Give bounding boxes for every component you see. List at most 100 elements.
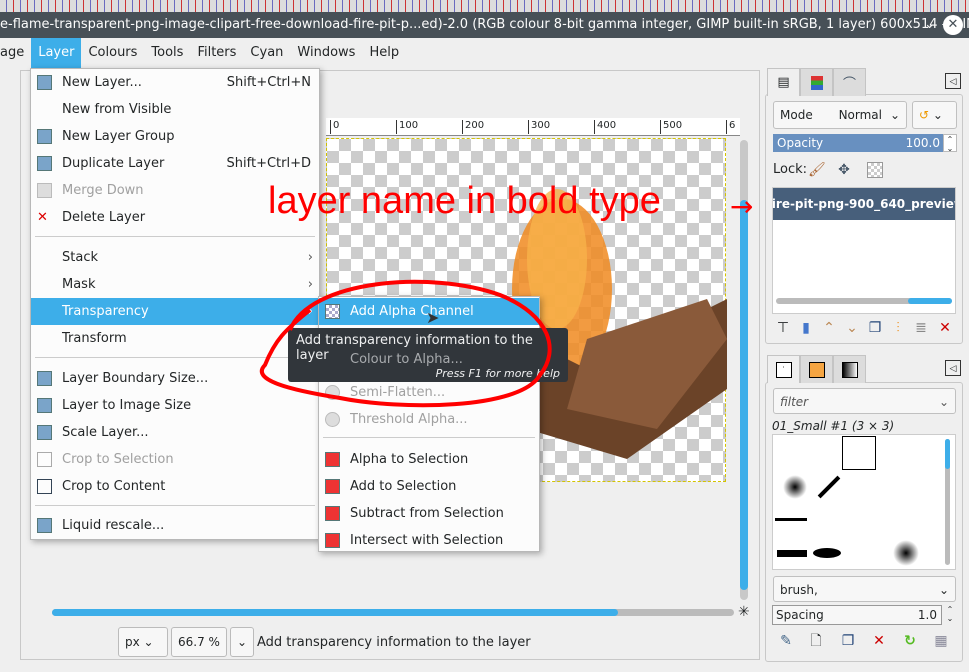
menu-item-liquid-rescale[interactable]: Liquid rescale... <box>31 512 319 539</box>
menu-item-new-layer-group[interactable]: New Layer Group <box>31 123 319 150</box>
lock-position-icon[interactable]: ✥ <box>836 162 852 178</box>
brush-grid[interactable] <box>772 434 956 570</box>
menu-item-crop-to-content[interactable]: Crop to Content <box>31 473 319 500</box>
menu-tools[interactable]: Tools <box>144 38 190 68</box>
horizontal-scrollbar[interactable] <box>52 609 734 616</box>
merge-layer-icon[interactable]: ≣ <box>913 320 929 336</box>
tab-brushes[interactable]: · <box>767 355 800 383</box>
boundary-icon <box>37 371 52 386</box>
liquid-rescale-icon <box>37 518 52 533</box>
new-layer-icon <box>37 75 52 90</box>
tab-patterns[interactable] <box>800 355 833 383</box>
menu-item-new-layer[interactable]: New Layer... Shift+Ctrl+N <box>31 69 319 96</box>
raise-layer-icon[interactable]: ⌃ <box>821 320 837 336</box>
menu-item-subtract-from-selection[interactable]: Subtract from Selection <box>319 500 539 527</box>
navigate-icon[interactable]: ✳ <box>738 604 750 620</box>
menu-image[interactable]: age <box>0 38 31 68</box>
ruler-tick: 6 <box>726 120 735 134</box>
menu-item-intersect-with-selection[interactable]: Intersect with Selection <box>319 527 539 554</box>
mode-select[interactable]: Mode Normal ⌄ <box>773 101 907 129</box>
layers-hscrollbar[interactable] <box>776 298 952 304</box>
opacity-spin[interactable]: ⌃ ⌄ <box>943 134 957 153</box>
brush-scrollbar[interactable] <box>945 439 950 565</box>
spacing-spin[interactable]: ⌃ ⌄ <box>943 605 957 625</box>
tab-layers[interactable]: ▤ <box>767 68 800 96</box>
duplicate-layer-icon[interactable]: ❐ <box>867 320 883 336</box>
unit-select[interactable]: px ⌄ <box>118 627 168 657</box>
selection-intersect-icon <box>325 533 340 548</box>
menu-item-new-from-visible[interactable]: New from Visible <box>31 96 319 123</box>
brush-item[interactable] <box>893 540 919 566</box>
brush-item[interactable] <box>775 518 807 521</box>
edit-brush-icon[interactable]: ✎ <box>778 633 794 649</box>
ruler-tick: 100 <box>396 120 418 134</box>
brush-icon: · <box>775 361 792 378</box>
mode-reset-button[interactable]: ↺ ⌄ <box>912 101 957 129</box>
menu-colours[interactable]: Colours <box>81 38 144 68</box>
spacing-slider[interactable]: Spacing 1.0 <box>772 605 942 625</box>
menu-cyan[interactable]: Cyan <box>243 38 290 68</box>
lock-alpha-icon[interactable] <box>867 162 883 178</box>
open-brush-as-image-icon[interactable]: ▦ <box>933 633 949 649</box>
delete-layer-icon[interactable]: ✕ <box>937 320 953 336</box>
paths-icon: ⌒ <box>842 77 856 92</box>
red-scribble-annotation <box>260 279 552 408</box>
brush-item[interactable] <box>813 548 841 558</box>
lock-pixels-icon[interactable]: 🖌 <box>808 162 826 178</box>
ruler-tick: 0 <box>330 120 339 134</box>
menu-item-scale-layer[interactable]: Scale Layer... <box>31 419 319 446</box>
tab-channels[interactable] <box>800 68 833 96</box>
layer-to-image-icon <box>37 398 52 413</box>
ruler-tick: 300 <box>528 120 550 134</box>
pattern-icon <box>808 361 825 378</box>
annotation-text: layer name in bold type <box>268 180 661 222</box>
menu-item-alpha-to-selection[interactable]: Alpha to Selection <box>319 446 539 473</box>
menu-help[interactable]: Help <box>362 38 406 68</box>
new-layer-icon[interactable]: ⊤ <box>775 320 791 336</box>
new-brush-icon[interactable]: 🗋 <box>808 633 824 649</box>
zoom-field[interactable]: 66.7 % <box>171 627 227 657</box>
tab-paths[interactable]: ⌒ <box>833 68 866 96</box>
layers-icon: ▤ <box>777 75 790 90</box>
tab-gradients[interactable] <box>833 355 866 383</box>
menu-windows[interactable]: Windows <box>290 38 362 68</box>
brush-item[interactable] <box>817 475 841 499</box>
title-text: e-flame-transparent-png-image-clipart-fr… <box>0 17 969 32</box>
dock-menu-icon[interactable]: ◁ <box>945 360 961 376</box>
channels-icon <box>810 75 823 90</box>
new-layer-group-icon[interactable]: ▮ <box>798 320 814 336</box>
dock-menu-icon[interactable]: ◁ <box>945 73 961 89</box>
window-title: e-flame-transparent-png-image-clipart-fr… <box>0 12 969 38</box>
brush-filter-input[interactable]: filter ⌄ <box>773 388 956 414</box>
scale-icon <box>37 425 52 440</box>
delete-brush-icon[interactable]: ✕ <box>871 633 887 649</box>
menu-item-colour-to-alpha[interactable]: Colour to Alpha... <box>319 352 463 379</box>
selection-icon <box>325 452 340 467</box>
brush-item[interactable] <box>777 550 807 557</box>
close-icon[interactable]: ✕ <box>943 15 963 35</box>
opacity-slider[interactable]: Opacity 100.0 <box>773 134 943 152</box>
brush-name: 01_Small #1 (3 × 3) <box>772 419 895 433</box>
separator <box>35 505 315 506</box>
crop-icon <box>37 479 52 494</box>
layer-row[interactable]: fire-pit-png-900_640_preview.png <box>773 188 955 220</box>
separator <box>323 437 535 438</box>
menu-item-crop-to-selection[interactable]: Crop to Selection <box>31 446 319 473</box>
chevron-down-icon[interactable]: ⌄ <box>924 12 935 38</box>
anchor-layer-icon[interactable]: ⫶ <box>890 320 906 336</box>
menu-item-add-to-selection[interactable]: Add to Selection <box>319 473 539 500</box>
menu-filters[interactable]: Filters <box>190 38 243 68</box>
separator <box>35 236 315 237</box>
desktop-background <box>0 0 969 12</box>
menu-item-stack[interactable]: Stack › <box>31 244 319 271</box>
refresh-brushes-icon[interactable]: ↻ <box>902 633 918 649</box>
zoom-dropdown[interactable]: ⌄ <box>229 627 254 657</box>
crop-icon <box>37 452 52 467</box>
menu-layer[interactable]: Layer <box>31 38 82 68</box>
menu-item-duplicate-layer[interactable]: Duplicate Layer Shift+Ctrl+D <box>31 150 319 177</box>
brush-tag-input[interactable]: brush, ⌄ <box>773 576 956 602</box>
lower-layer-icon[interactable]: ⌄ <box>844 320 860 336</box>
selected-brush[interactable] <box>842 436 876 470</box>
brush-item[interactable] <box>783 475 807 499</box>
duplicate-brush-icon[interactable]: ❐ <box>840 633 856 649</box>
